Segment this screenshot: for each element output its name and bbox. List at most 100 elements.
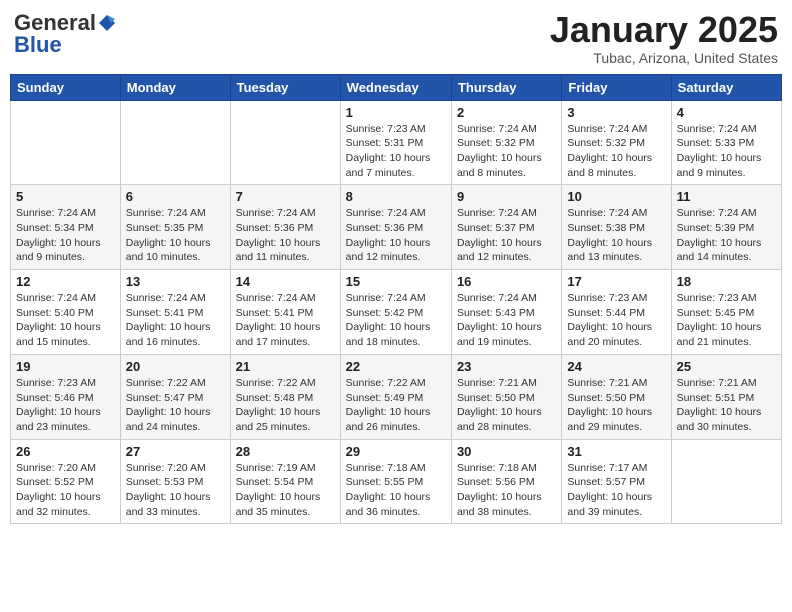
day-number: 6 bbox=[126, 189, 225, 204]
day-info: Sunrise: 7:24 AMSunset: 5:36 PMDaylight:… bbox=[346, 206, 446, 265]
day-number: 15 bbox=[346, 274, 446, 289]
calendar-day-cell: 4 Sunrise: 7:24 AMSunset: 5:33 PMDaylight… bbox=[671, 100, 781, 185]
weekday-header-row: SundayMondayTuesdayWednesdayThursdayFrid… bbox=[11, 74, 782, 100]
day-info: Sunrise: 7:24 AMSunset: 5:38 PMDaylight:… bbox=[567, 206, 665, 265]
calendar-day-cell: 30 Sunrise: 7:18 AMSunset: 5:56 PMDayligh… bbox=[451, 439, 561, 524]
calendar-day-cell: 18 Sunrise: 7:23 AMSunset: 5:45 PMDayligh… bbox=[671, 270, 781, 355]
calendar-day-cell: 29 Sunrise: 7:18 AMSunset: 5:55 PMDayligh… bbox=[340, 439, 451, 524]
day-info: Sunrise: 7:24 AMSunset: 5:41 PMDaylight:… bbox=[236, 291, 335, 350]
day-info: Sunrise: 7:20 AMSunset: 5:53 PMDaylight:… bbox=[126, 461, 225, 520]
day-number: 8 bbox=[346, 189, 446, 204]
weekday-header-cell: Monday bbox=[120, 74, 230, 100]
calendar-day-cell: 16Sunrise: 7:24 AMSunset: 5:43 PMDayligh… bbox=[451, 270, 561, 355]
title-block: January 2025 Tubac, Arizona, United Stat… bbox=[550, 10, 778, 66]
day-info: Sunrise: 7:22 AMSunset: 5:47 PMDaylight:… bbox=[126, 376, 225, 435]
calendar-day-cell: 25 Sunrise: 7:21 AMSunset: 5:51 PMDayligh… bbox=[671, 354, 781, 439]
calendar-day-cell bbox=[230, 100, 340, 185]
day-info: Sunrise: 7:22 AMSunset: 5:49 PMDaylight:… bbox=[346, 376, 446, 435]
day-info: Sunrise: 7:24 AMSunset: 5:42 PMDaylight:… bbox=[346, 291, 446, 350]
day-info: Sunrise: 7:22 AMSunset: 5:48 PMDaylight:… bbox=[236, 376, 335, 435]
calendar-day-cell: 15 Sunrise: 7:24 AMSunset: 5:42 PMDayligh… bbox=[340, 270, 451, 355]
calendar-day-cell: 14Sunrise: 7:24 AMSunset: 5:41 PMDayligh… bbox=[230, 270, 340, 355]
calendar-day-cell: 26 Sunrise: 7:20 AMSunset: 5:52 PMDayligh… bbox=[11, 439, 121, 524]
day-info: Sunrise: 7:24 AMSunset: 5:33 PMDaylight:… bbox=[677, 122, 776, 181]
calendar-day-cell: 27Sunrise: 7:20 AMSunset: 5:53 PMDayligh… bbox=[120, 439, 230, 524]
day-info: Sunrise: 7:21 AMSunset: 5:50 PMDaylight:… bbox=[567, 376, 665, 435]
day-number: 23 bbox=[457, 359, 556, 374]
logo-blue: Blue bbox=[14, 32, 62, 58]
weekday-header-cell: Wednesday bbox=[340, 74, 451, 100]
day-number: 22 bbox=[346, 359, 446, 374]
day-number: 30 bbox=[457, 444, 556, 459]
day-number: 1 bbox=[346, 105, 446, 120]
day-info: Sunrise: 7:24 AMSunset: 5:36 PMDaylight:… bbox=[236, 206, 335, 265]
calendar-day-cell: 19 Sunrise: 7:23 AMSunset: 5:46 PMDayligh… bbox=[11, 354, 121, 439]
day-info: Sunrise: 7:23 AMSunset: 5:44 PMDaylight:… bbox=[567, 291, 665, 350]
calendar-day-cell: 21Sunrise: 7:22 AMSunset: 5:48 PMDayligh… bbox=[230, 354, 340, 439]
day-number: 13 bbox=[126, 274, 225, 289]
calendar-day-cell: 2 Sunrise: 7:24 AMSunset: 5:32 PMDaylight… bbox=[451, 100, 561, 185]
day-info: Sunrise: 7:20 AMSunset: 5:52 PMDaylight:… bbox=[16, 461, 115, 520]
day-info: Sunrise: 7:18 AMSunset: 5:55 PMDaylight:… bbox=[346, 461, 446, 520]
calendar-day-cell: 24 Sunrise: 7:21 AMSunset: 5:50 PMDayligh… bbox=[562, 354, 671, 439]
calendar-week-row: 19 Sunrise: 7:23 AMSunset: 5:46 PMDayligh… bbox=[11, 354, 782, 439]
calendar-subtitle: Tubac, Arizona, United States bbox=[550, 50, 778, 66]
calendar-day-cell: 17 Sunrise: 7:23 AMSunset: 5:44 PMDayligh… bbox=[562, 270, 671, 355]
day-number: 26 bbox=[16, 444, 115, 459]
day-info: Sunrise: 7:21 AMSunset: 5:51 PMDaylight:… bbox=[677, 376, 776, 435]
calendar-day-cell: 11 Sunrise: 7:24 AMSunset: 5:39 PMDayligh… bbox=[671, 185, 781, 270]
weekday-header-cell: Sunday bbox=[11, 74, 121, 100]
calendar-day-cell: 13Sunrise: 7:24 AMSunset: 5:41 PMDayligh… bbox=[120, 270, 230, 355]
day-info: Sunrise: 7:24 AMSunset: 5:39 PMDaylight:… bbox=[677, 206, 776, 265]
calendar-day-cell: 31Sunrise: 7:17 AMSunset: 5:57 PMDayligh… bbox=[562, 439, 671, 524]
calendar-week-row: 5Sunrise: 7:24 AMSunset: 5:34 PMDaylight… bbox=[11, 185, 782, 270]
calendar-day-cell: 22 Sunrise: 7:22 AMSunset: 5:49 PMDayligh… bbox=[340, 354, 451, 439]
calendar-body: 1 Sunrise: 7:23 AMSunset: 5:31 PMDaylight… bbox=[11, 100, 782, 524]
calendar-day-cell bbox=[120, 100, 230, 185]
day-number: 12 bbox=[16, 274, 115, 289]
calendar-day-cell: 9 Sunrise: 7:24 AMSunset: 5:37 PMDaylight… bbox=[451, 185, 561, 270]
calendar-day-cell: 10 Sunrise: 7:24 AMSunset: 5:38 PMDayligh… bbox=[562, 185, 671, 270]
day-number: 2 bbox=[457, 105, 556, 120]
day-info: Sunrise: 7:23 AMSunset: 5:46 PMDaylight:… bbox=[16, 376, 115, 435]
calendar-day-cell: 7 Sunrise: 7:24 AMSunset: 5:36 PMDaylight… bbox=[230, 185, 340, 270]
day-info: Sunrise: 7:24 AMSunset: 5:35 PMDaylight:… bbox=[126, 206, 225, 265]
day-info: Sunrise: 7:18 AMSunset: 5:56 PMDaylight:… bbox=[457, 461, 556, 520]
day-info: Sunrise: 7:17 AMSunset: 5:57 PMDaylight:… bbox=[567, 461, 665, 520]
day-number: 18 bbox=[677, 274, 776, 289]
day-info: Sunrise: 7:24 AMSunset: 5:37 PMDaylight:… bbox=[457, 206, 556, 265]
day-number: 19 bbox=[16, 359, 115, 374]
day-number: 17 bbox=[567, 274, 665, 289]
day-number: 3 bbox=[567, 105, 665, 120]
weekday-header-cell: Friday bbox=[562, 74, 671, 100]
day-number: 4 bbox=[677, 105, 776, 120]
calendar-week-row: 26 Sunrise: 7:20 AMSunset: 5:52 PMDayligh… bbox=[11, 439, 782, 524]
day-number: 9 bbox=[457, 189, 556, 204]
calendar-day-cell bbox=[671, 439, 781, 524]
day-info: Sunrise: 7:24 AMSunset: 5:32 PMDaylight:… bbox=[457, 122, 556, 181]
calendar-day-cell: 1 Sunrise: 7:23 AMSunset: 5:31 PMDaylight… bbox=[340, 100, 451, 185]
day-number: 25 bbox=[677, 359, 776, 374]
calendar-table: SundayMondayTuesdayWednesdayThursdayFrid… bbox=[10, 74, 782, 525]
calendar-day-cell: 23Sunrise: 7:21 AMSunset: 5:50 PMDayligh… bbox=[451, 354, 561, 439]
day-info: Sunrise: 7:24 AMSunset: 5:40 PMDaylight:… bbox=[16, 291, 115, 350]
logo-flag-icon bbox=[98, 14, 116, 32]
day-number: 20 bbox=[126, 359, 225, 374]
calendar-day-cell: 28Sunrise: 7:19 AMSunset: 5:54 PMDayligh… bbox=[230, 439, 340, 524]
day-number: 24 bbox=[567, 359, 665, 374]
weekday-header-cell: Tuesday bbox=[230, 74, 340, 100]
day-info: Sunrise: 7:24 AMSunset: 5:32 PMDaylight:… bbox=[567, 122, 665, 181]
calendar-day-cell: 5Sunrise: 7:24 AMSunset: 5:34 PMDaylight… bbox=[11, 185, 121, 270]
day-info: Sunrise: 7:23 AMSunset: 5:45 PMDaylight:… bbox=[677, 291, 776, 350]
weekday-header-cell: Saturday bbox=[671, 74, 781, 100]
day-info: Sunrise: 7:23 AMSunset: 5:31 PMDaylight:… bbox=[346, 122, 446, 181]
calendar-day-cell bbox=[11, 100, 121, 185]
day-number: 29 bbox=[346, 444, 446, 459]
day-number: 11 bbox=[677, 189, 776, 204]
day-number: 10 bbox=[567, 189, 665, 204]
logo: General Blue bbox=[14, 10, 116, 58]
calendar-title: January 2025 bbox=[550, 10, 778, 50]
calendar-day-cell: 8 Sunrise: 7:24 AMSunset: 5:36 PMDaylight… bbox=[340, 185, 451, 270]
day-number: 7 bbox=[236, 189, 335, 204]
day-info: Sunrise: 7:24 AMSunset: 5:43 PMDaylight:… bbox=[457, 291, 556, 350]
